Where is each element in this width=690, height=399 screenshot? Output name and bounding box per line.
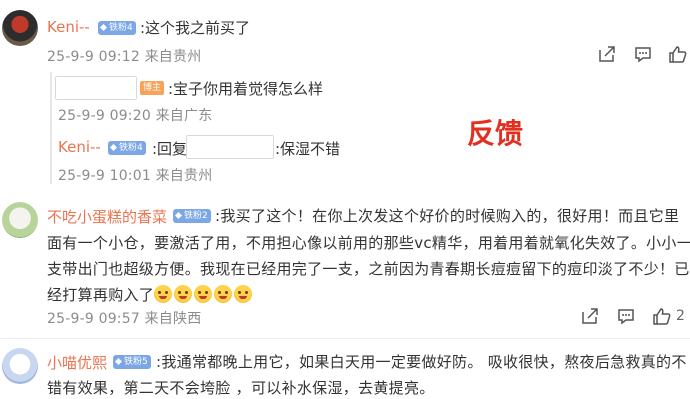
reply-prefix: :回复 bbox=[152, 140, 188, 158]
like-icon[interactable] bbox=[668, 44, 688, 64]
diamond-icon bbox=[115, 358, 122, 365]
reply-source: 来自广东 bbox=[155, 108, 213, 124]
comment-username[interactable]: Keni-- bbox=[47, 18, 90, 36]
comment-username[interactable]: 小喵优熙 bbox=[47, 352, 107, 373]
reply-text: :保湿不错 bbox=[275, 140, 341, 158]
avatar[interactable] bbox=[2, 10, 38, 46]
reply-time: 25-9-9 09:20 bbox=[58, 108, 151, 124]
comment-text-line: 支带出门也超级方便。我现在已经用完了一支，之前因为青春期长痘痘留下的痘印淡了不少… bbox=[47, 260, 690, 278]
comment-text-line: :我通常都晚上用它，如果白天用一定要做好防。 吸收很快，熬夜后急救真的不 bbox=[156, 353, 687, 371]
feedback-annotation: 反馈 bbox=[467, 117, 524, 150]
share-icon[interactable] bbox=[597, 44, 617, 64]
laughing-emoji-icon bbox=[174, 285, 193, 303]
laughing-emoji-icon bbox=[214, 285, 233, 303]
fan-badge[interactable]: 铁粉5 bbox=[113, 355, 151, 369]
reply-username[interactable]: Keni-- bbox=[58, 138, 101, 156]
laughing-emoji-icon bbox=[194, 285, 213, 303]
reply-meta: 25-9-9 09:20 来自广东 bbox=[58, 105, 212, 125]
reply-source: 来自贵州 bbox=[155, 168, 213, 184]
comment-time: 25-9-9 09:57 bbox=[47, 311, 140, 327]
masked-username bbox=[186, 135, 274, 159]
avatar[interactable] bbox=[2, 348, 38, 384]
blogger-tag: 博主 bbox=[140, 81, 165, 95]
comment-username[interactable]: 不吃小蛋糕的香菜 bbox=[47, 206, 167, 227]
comment-text-line: 错有效果，第二天不会垮脸 ，可以补水保湿，去黄提亮。 bbox=[47, 379, 435, 397]
diamond-icon bbox=[110, 144, 117, 151]
comment-text-line: :我买了这个！在你上次发这个好价的时候购入的，很好用！而且它里 bbox=[215, 207, 680, 225]
laughing-emoji-icon bbox=[154, 285, 173, 303]
masked-username bbox=[55, 76, 137, 100]
comment-icon[interactable] bbox=[616, 306, 636, 326]
diamond-icon bbox=[175, 212, 182, 219]
reply-time: 25-9-9 10:01 bbox=[58, 168, 151, 184]
comment-text-line: 经打算再购入了 bbox=[47, 284, 254, 305]
diamond-icon bbox=[100, 24, 107, 31]
divider bbox=[0, 338, 690, 339]
comment-icon[interactable] bbox=[633, 44, 653, 64]
fan-badge[interactable]: 铁粉4 bbox=[98, 21, 136, 35]
fan-badge[interactable]: 铁粉4 bbox=[108, 141, 146, 155]
comment-meta: 25-9-9 09:57 来自陕西 bbox=[47, 308, 201, 328]
comment-meta: 25-9-9 09:12 来自贵州 bbox=[47, 46, 201, 66]
fan-badge[interactable]: 铁粉2 bbox=[173, 209, 211, 223]
avatar[interactable] bbox=[2, 202, 38, 238]
comment-text: :这个我之前买了 bbox=[140, 19, 251, 37]
laughing-emoji-icon bbox=[234, 285, 253, 303]
like-icon[interactable] bbox=[652, 306, 672, 326]
reply-thread-bar bbox=[50, 72, 52, 184]
comment-text-line: 面有一个小仓，要激活了用，不用担心像以前用的那些vc精华，用着用着就氧化失效了。… bbox=[47, 234, 690, 252]
comment-source: 来自陕西 bbox=[144, 311, 202, 327]
reply-meta: 25-9-9 10:01 来自贵州 bbox=[58, 165, 212, 185]
reply-text: :宝子你用着觉得怎么样 bbox=[168, 80, 324, 98]
share-icon[interactable] bbox=[580, 306, 600, 326]
comment-source: 来自贵州 bbox=[144, 49, 202, 65]
comment-time: 25-9-9 09:12 bbox=[47, 49, 140, 65]
like-count: 2 bbox=[676, 308, 685, 324]
